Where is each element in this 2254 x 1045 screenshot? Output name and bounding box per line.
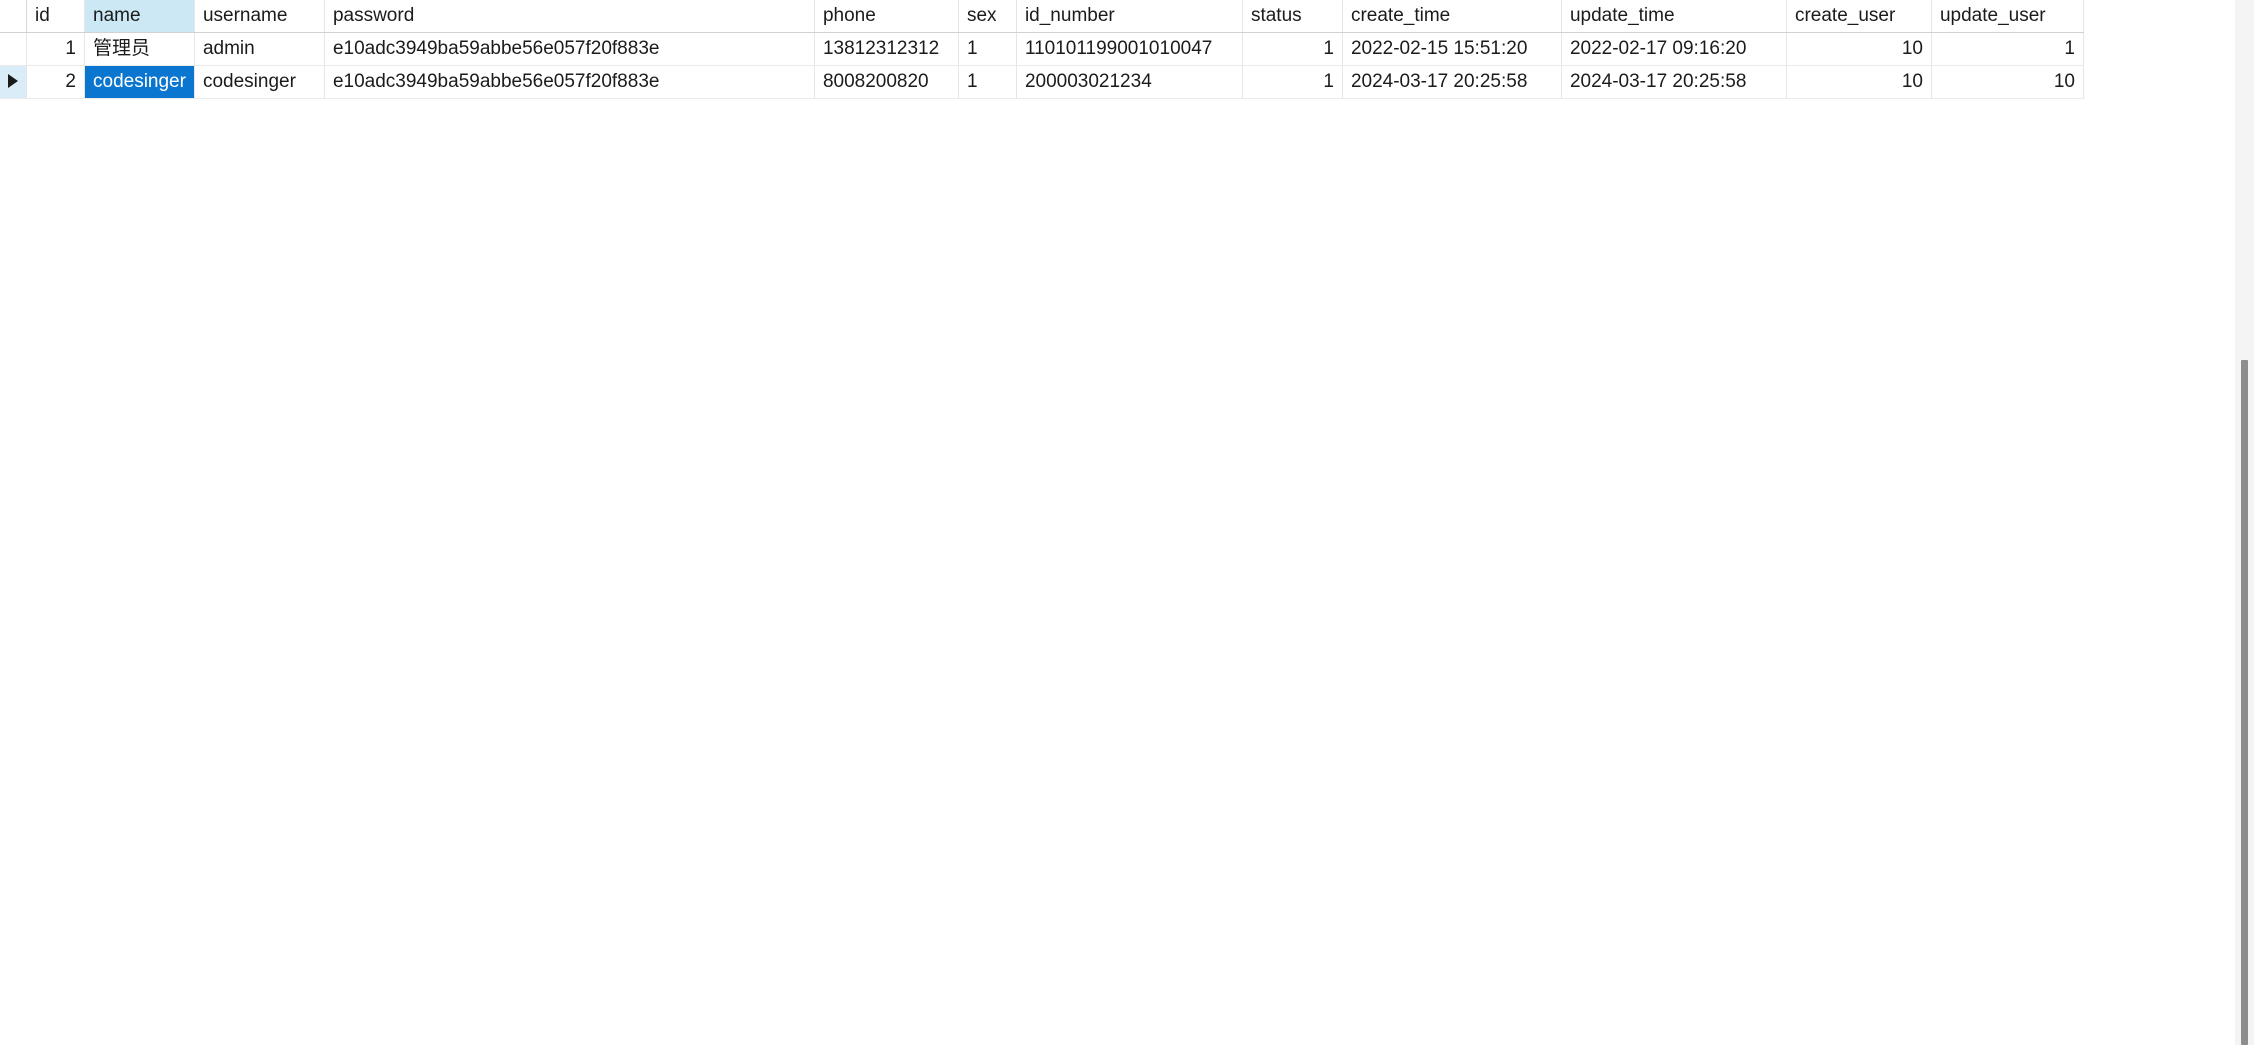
- cell-phone[interactable]: 13812312312: [814, 32, 959, 66]
- column-header-sex[interactable]: sex: [958, 0, 1017, 33]
- row-gutter-header: [0, 0, 27, 33]
- column-header-row: id name username password phone sex id_n…: [0, 0, 2084, 33]
- column-header-create-time[interactable]: create_time: [1342, 0, 1562, 33]
- cell-status[interactable]: 1: [1242, 65, 1343, 99]
- cell-username[interactable]: codesinger: [194, 65, 325, 99]
- column-header-update-time[interactable]: update_time: [1561, 0, 1787, 33]
- column-header-id[interactable]: id: [26, 0, 85, 33]
- grid-header-row: id name username password phone sex id_n…: [0, 0, 2084, 33]
- cell-update-time[interactable]: 2022-02-17 09:16:20: [1561, 32, 1787, 66]
- table-row[interactable]: 1 管理员 admin e10adc3949ba59abbe56e057f20f…: [0, 32, 2084, 66]
- vertical-scrollbar[interactable]: [2235, 0, 2254, 1045]
- column-header-update-user[interactable]: update_user: [1931, 0, 2084, 33]
- current-row-marker-icon: [8, 73, 18, 88]
- cell-update-user[interactable]: 1: [1931, 32, 2084, 66]
- grid-body: 1 管理员 admin e10adc3949ba59abbe56e057f20f…: [0, 32, 2084, 99]
- cell-username[interactable]: admin: [194, 32, 325, 66]
- column-header-id-number[interactable]: id_number: [1016, 0, 1243, 33]
- column-header-phone[interactable]: phone: [814, 0, 959, 33]
- cell-password[interactable]: e10adc3949ba59abbe56e057f20f883e: [324, 65, 815, 99]
- vertical-scrollbar-thumb[interactable]: [2241, 360, 2248, 1045]
- result-data-grid[interactable]: id name username password phone sex id_n…: [0, 0, 2084, 99]
- cell-id-number[interactable]: 110101199001010047: [1016, 32, 1243, 66]
- column-header-name[interactable]: name: [84, 0, 195, 33]
- row-gutter-cell[interactable]: [0, 32, 27, 66]
- cell-password[interactable]: e10adc3949ba59abbe56e057f20f883e: [324, 32, 815, 66]
- column-header-password[interactable]: password: [324, 0, 815, 33]
- column-header-create-user[interactable]: create_user: [1786, 0, 1932, 33]
- column-header-username[interactable]: username: [194, 0, 325, 33]
- cell-name-selected[interactable]: codesinger: [84, 65, 195, 99]
- column-header-status[interactable]: status: [1242, 0, 1343, 33]
- table-row[interactable]: 2 codesinger codesinger e10adc3949ba59ab…: [0, 65, 2084, 99]
- cell-id-number[interactable]: 200003021234: [1016, 65, 1243, 99]
- cell-create-time[interactable]: 2024-03-17 20:25:58: [1342, 65, 1562, 99]
- cell-create-user[interactable]: 10: [1786, 32, 1932, 66]
- result-grid-viewport[interactable]: id name username password phone sex id_n…: [0, 0, 2254, 1045]
- cell-id[interactable]: 2: [26, 65, 85, 99]
- cell-phone[interactable]: 8008200820: [814, 65, 959, 99]
- cell-id[interactable]: 1: [26, 32, 85, 66]
- row-gutter-cell-current[interactable]: [0, 65, 27, 99]
- cell-name[interactable]: 管理员: [84, 32, 195, 66]
- cell-update-user[interactable]: 10: [1931, 65, 2084, 99]
- cell-sex[interactable]: 1: [958, 32, 1017, 66]
- cell-status[interactable]: 1: [1242, 32, 1343, 66]
- cell-create-time[interactable]: 2022-02-15 15:51:20: [1342, 32, 1562, 66]
- cell-create-user[interactable]: 10: [1786, 65, 1932, 99]
- cell-sex[interactable]: 1: [958, 65, 1017, 99]
- cell-update-time[interactable]: 2024-03-17 20:25:58: [1561, 65, 1787, 99]
